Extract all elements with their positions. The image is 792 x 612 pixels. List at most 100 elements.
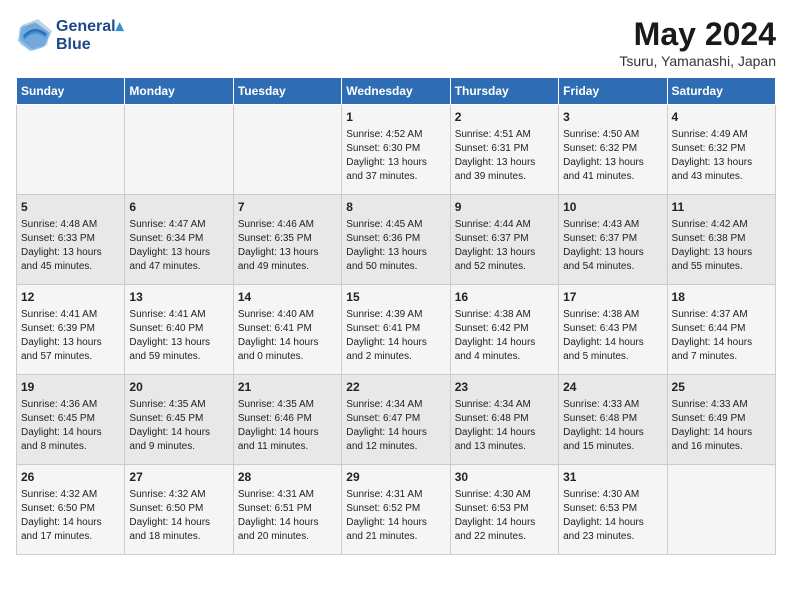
day-info: Sunrise: 4:38 AM Sunset: 6:42 PM Dayligh…: [455, 308, 554, 364]
day-info: Sunrise: 4:45 AM Sunset: 6:36 PM Dayligh…: [346, 218, 445, 274]
day-info: Sunrise: 4:47 AM Sunset: 6:34 PM Dayligh…: [129, 218, 228, 274]
week-row-3: 12 Sunrise: 4:41 AM Sunset: 6:39 PM Dayli…: [17, 285, 776, 375]
day-number: 22: [346, 379, 445, 396]
calendar-cell: 22 Sunrise: 4:34 AM Sunset: 6:47 PM Dayli…: [342, 375, 450, 465]
day-info: Sunrise: 4:34 AM Sunset: 6:47 PM Dayligh…: [346, 398, 445, 454]
title-block: May 2024 Tsuru, Yamanashi, Japan: [619, 16, 776, 69]
day-info: Sunrise: 4:52 AM Sunset: 6:30 PM Dayligh…: [346, 128, 445, 184]
day-info: Sunrise: 4:46 AM Sunset: 6:35 PM Dayligh…: [238, 218, 337, 274]
calendar-cell: [667, 465, 775, 555]
day-number: 31: [563, 469, 662, 486]
calendar-cell: 23 Sunrise: 4:34 AM Sunset: 6:48 PM Dayli…: [450, 375, 558, 465]
day-info: Sunrise: 4:44 AM Sunset: 6:37 PM Dayligh…: [455, 218, 554, 274]
day-number: 7: [238, 199, 337, 216]
calendar-cell: 2Sunrise: 4:51 AM Sunset: 6:31 PM Daylig…: [450, 105, 558, 195]
day-header-tuesday: Tuesday: [233, 78, 341, 105]
calendar-cell: 5 Sunrise: 4:48 AM Sunset: 6:33 PM Daylig…: [17, 195, 125, 285]
calendar-table: SundayMondayTuesdayWednesdayThursdayFrid…: [16, 77, 776, 555]
day-number: 28: [238, 469, 337, 486]
week-row-4: 19 Sunrise: 4:36 AM Sunset: 6:45 PM Dayli…: [17, 375, 776, 465]
day-number: 4: [672, 109, 771, 126]
calendar-cell: 6 Sunrise: 4:47 AM Sunset: 6:34 PM Daylig…: [125, 195, 233, 285]
day-info: Sunrise: 4:38 AM Sunset: 6:43 PM Dayligh…: [563, 308, 662, 364]
day-number: 8: [346, 199, 445, 216]
month-title: May 2024: [619, 16, 776, 53]
logo-text: General▴ Blue: [56, 16, 124, 54]
day-number: 12: [21, 289, 120, 306]
day-number: 29: [346, 469, 445, 486]
day-number: 3: [563, 109, 662, 126]
day-info: Sunrise: 4:40 AM Sunset: 6:41 PM Dayligh…: [238, 308, 337, 364]
calendar-cell: 20Sunrise: 4:35 AM Sunset: 6:45 PM Dayli…: [125, 375, 233, 465]
day-number: 15: [346, 289, 445, 306]
day-number: 18: [672, 289, 771, 306]
day-number: 2: [455, 109, 554, 126]
day-number: 21: [238, 379, 337, 396]
calendar-cell: 10Sunrise: 4:43 AM Sunset: 6:37 PM Dayli…: [559, 195, 667, 285]
day-info: Sunrise: 4:41 AM Sunset: 6:39 PM Dayligh…: [21, 308, 120, 364]
calendar-cell: 25Sunrise: 4:33 AM Sunset: 6:49 PM Dayli…: [667, 375, 775, 465]
day-info: Sunrise: 4:30 AM Sunset: 6:53 PM Dayligh…: [455, 488, 554, 544]
day-number: 23: [455, 379, 554, 396]
calendar-cell: 26 Sunrise: 4:32 AM Sunset: 6:50 PM Dayli…: [17, 465, 125, 555]
calendar-cell: 14 Sunrise: 4:40 AM Sunset: 6:41 PM Dayli…: [233, 285, 341, 375]
calendar-cell: 16 Sunrise: 4:38 AM Sunset: 6:42 PM Dayli…: [450, 285, 558, 375]
calendar-cell: 28 Sunrise: 4:31 AM Sunset: 6:51 PM Dayli…: [233, 465, 341, 555]
day-number: 16: [455, 289, 554, 306]
calendar-cell: 8 Sunrise: 4:45 AM Sunset: 6:36 PM Daylig…: [342, 195, 450, 285]
day-number: 11: [672, 199, 771, 216]
day-number: 13: [129, 289, 228, 306]
day-header-monday: Monday: [125, 78, 233, 105]
day-number: 10: [563, 199, 662, 216]
day-info: Sunrise: 4:35 AM Sunset: 6:46 PM Dayligh…: [238, 398, 337, 454]
day-info: Sunrise: 4:42 AM Sunset: 6:38 PM Dayligh…: [672, 218, 771, 274]
day-info: Sunrise: 4:33 AM Sunset: 6:48 PM Dayligh…: [563, 398, 662, 454]
day-info: Sunrise: 4:31 AM Sunset: 6:51 PM Dayligh…: [238, 488, 337, 544]
calendar-cell: 21 Sunrise: 4:35 AM Sunset: 6:46 PM Dayli…: [233, 375, 341, 465]
day-info: Sunrise: 4:33 AM Sunset: 6:49 PM Dayligh…: [672, 398, 771, 454]
day-number: 1: [346, 109, 445, 126]
calendar-cell: 4 Sunrise: 4:49 AM Sunset: 6:32 PM Daylig…: [667, 105, 775, 195]
calendar-cell: 17 Sunrise: 4:38 AM Sunset: 6:43 PM Dayli…: [559, 285, 667, 375]
day-number: 14: [238, 289, 337, 306]
day-info: Sunrise: 4:48 AM Sunset: 6:33 PM Dayligh…: [21, 218, 120, 274]
calendar-cell: 19 Sunrise: 4:36 AM Sunset: 6:45 PM Dayli…: [17, 375, 125, 465]
day-number: 26: [21, 469, 120, 486]
day-number: 24: [563, 379, 662, 396]
day-info: Sunrise: 4:36 AM Sunset: 6:45 PM Dayligh…: [21, 398, 120, 454]
day-number: 19: [21, 379, 120, 396]
week-row-1: 1 Sunrise: 4:52 AM Sunset: 6:30 PM Daylig…: [17, 105, 776, 195]
day-number: 6: [129, 199, 228, 216]
calendar-cell: 29Sunrise: 4:31 AM Sunset: 6:52 PM Dayli…: [342, 465, 450, 555]
logo-icon: [16, 17, 52, 53]
page-header: General▴ Blue May 2024 Tsuru, Yamanashi,…: [16, 16, 776, 69]
calendar-cell: 31 Sunrise: 4:30 AM Sunset: 6:53 PM Dayli…: [559, 465, 667, 555]
day-number: 5: [21, 199, 120, 216]
week-row-5: 26 Sunrise: 4:32 AM Sunset: 6:50 PM Dayli…: [17, 465, 776, 555]
calendar-cell: 27Sunrise: 4:32 AM Sunset: 6:50 PM Dayli…: [125, 465, 233, 555]
calendar-cell: 24 Sunrise: 4:33 AM Sunset: 6:48 PM Dayli…: [559, 375, 667, 465]
day-number: 20: [129, 379, 228, 396]
location: Tsuru, Yamanashi, Japan: [619, 53, 776, 69]
day-info: Sunrise: 4:39 AM Sunset: 6:41 PM Dayligh…: [346, 308, 445, 364]
week-row-2: 5 Sunrise: 4:48 AM Sunset: 6:33 PM Daylig…: [17, 195, 776, 285]
day-header-wednesday: Wednesday: [342, 78, 450, 105]
day-info: Sunrise: 4:50 AM Sunset: 6:32 PM Dayligh…: [563, 128, 662, 184]
logo: General▴ Blue: [16, 16, 124, 54]
day-info: Sunrise: 4:32 AM Sunset: 6:50 PM Dayligh…: [129, 488, 228, 544]
day-info: Sunrise: 4:30 AM Sunset: 6:53 PM Dayligh…: [563, 488, 662, 544]
day-info: Sunrise: 4:32 AM Sunset: 6:50 PM Dayligh…: [21, 488, 120, 544]
header-row: SundayMondayTuesdayWednesdayThursdayFrid…: [17, 78, 776, 105]
calendar-cell: 13Sunrise: 4:41 AM Sunset: 6:40 PM Dayli…: [125, 285, 233, 375]
calendar-cell: [233, 105, 341, 195]
calendar-cell: 30 Sunrise: 4:30 AM Sunset: 6:53 PM Dayli…: [450, 465, 558, 555]
calendar-cell: 1 Sunrise: 4:52 AM Sunset: 6:30 PM Daylig…: [342, 105, 450, 195]
day-number: 30: [455, 469, 554, 486]
day-info: Sunrise: 4:49 AM Sunset: 6:32 PM Dayligh…: [672, 128, 771, 184]
day-info: Sunrise: 4:34 AM Sunset: 6:48 PM Dayligh…: [455, 398, 554, 454]
day-header-thursday: Thursday: [450, 78, 558, 105]
day-number: 17: [563, 289, 662, 306]
day-info: Sunrise: 4:37 AM Sunset: 6:44 PM Dayligh…: [672, 308, 771, 364]
calendar-cell: [125, 105, 233, 195]
calendar-cell: 11 Sunrise: 4:42 AM Sunset: 6:38 PM Dayli…: [667, 195, 775, 285]
